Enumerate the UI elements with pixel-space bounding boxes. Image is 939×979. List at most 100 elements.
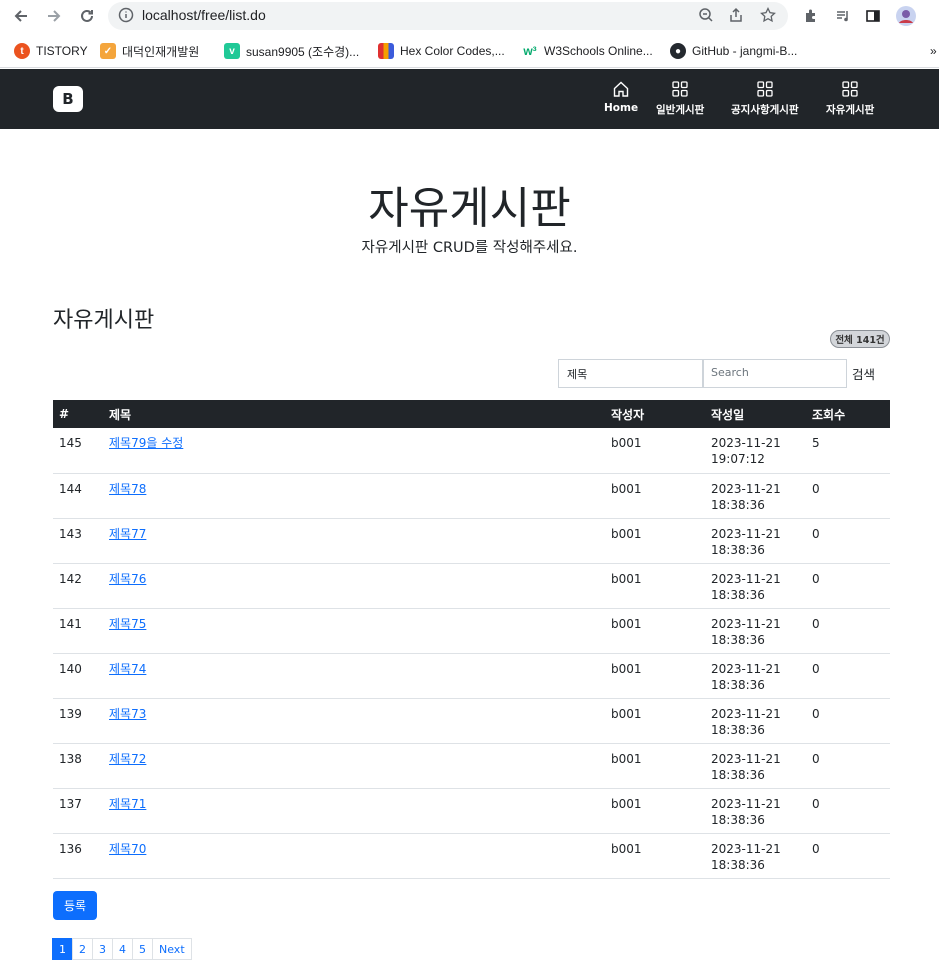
post-title-link[interactable]: 제목72 [109, 752, 146, 766]
bookmark-label: susan9905 (조수경)... [246, 44, 360, 59]
bookmark-label: TISTORY [36, 44, 88, 58]
table-header-row: # 제목 작성자 작성일 조회수 [53, 400, 890, 428]
table-row: 138 제목72 b001 2023-11-21 18:38:36 0 [53, 743, 890, 788]
cell-title: 제목74 [103, 653, 605, 698]
cell-writer: b001 [611, 571, 642, 586]
cell-title: 제목76 [103, 563, 605, 608]
cell-date: 2023-11-21 19:07:12 [705, 428, 806, 473]
pagination-page[interactable]: 1 [52, 938, 73, 960]
search-type-select[interactable]: 제목 [558, 359, 703, 388]
velog-icon: v [224, 43, 240, 59]
post-title-link[interactable]: 제목74 [109, 662, 146, 676]
nav-item-home[interactable]: Home [604, 80, 638, 120]
cell-title: 제목73 [103, 698, 605, 743]
cell-hit: 0 [812, 841, 820, 856]
table-row: 137 제목71 b001 2023-11-21 18:38:36 0 [53, 788, 890, 833]
time-text: 18:38:36 [711, 632, 765, 647]
bookmark-velog[interactable]: v susan9905 (조수경)... [224, 41, 359, 61]
post-title-link[interactable]: 제목71 [109, 797, 146, 811]
share-icon[interactable] [728, 7, 744, 27]
address-bar[interactable]: localhost/free/list.do [108, 2, 788, 30]
table-row: 136 제목70 b001 2023-11-21 18:38:36 0 [53, 833, 890, 878]
nav-label: 공지사항게시판 [731, 104, 799, 116]
cell-hit: 0 [812, 481, 820, 496]
brand-logo[interactable]: B [53, 86, 83, 112]
register-button[interactable]: 등록 [53, 891, 97, 920]
cell-writer: b001 [611, 661, 642, 676]
cell-date: 2023-11-21 18:38:36 [705, 563, 806, 608]
github-icon: ● [670, 43, 686, 59]
table-row: 141 제목75 b001 2023-11-21 18:38:36 0 [53, 608, 890, 653]
pagination-page[interactable]: 5 [132, 938, 153, 960]
bookmark-ddit[interactable]: ✓ 대덕인재개발원 [100, 41, 199, 61]
extensions-icon[interactable] [800, 5, 822, 27]
bookmarks-bar: t TISTORY ✓ 대덕인재개발원 v susan9905 (조수경)...… [0, 34, 939, 68]
post-title-link[interactable]: 제목76 [109, 572, 146, 586]
hero-subtitle: 자유게시판 CRUD를 작성해주세요. [361, 240, 578, 256]
cell-hit: 0 [812, 571, 820, 586]
cell-title: 제목71 [103, 788, 605, 833]
bookmark-github[interactable]: ● GitHub - jangmi-B... [670, 41, 797, 61]
bookmark-w3schools[interactable]: w³ W3Schools Online... [522, 41, 652, 61]
cell-date: 2023-11-21 18:38:36 [705, 833, 806, 878]
nav-item-notice-board[interactable]: 공지사항게시판 [731, 80, 799, 120]
ddit-icon: ✓ [100, 43, 116, 59]
post-title-link[interactable]: 제목77 [109, 527, 146, 541]
pagination-next[interactable]: Next [152, 938, 192, 960]
bookmark-tistory[interactable]: t TISTORY [14, 41, 88, 61]
cell-hit: 0 [812, 706, 820, 721]
col-header-no: # [59, 407, 70, 421]
tistory-icon: t [14, 43, 30, 59]
pagination-page[interactable]: 3 [92, 938, 113, 960]
nav-item-free-board[interactable]: 자유게시판 [826, 80, 874, 120]
search-input[interactable]: Search [703, 359, 847, 388]
time-text: 18:38:36 [711, 722, 765, 737]
date-text: 2023-11-21 [711, 616, 781, 631]
col-header-title: 제목 [109, 407, 132, 422]
search-button[interactable]: 검색 [852, 364, 875, 383]
site-navbar: B Home 일반게시판 공지사항게시판 자유게시판 [0, 69, 939, 129]
post-title-link[interactable]: 제목70 [109, 842, 146, 856]
bookmarks-overflow-button[interactable]: » [930, 41, 937, 61]
table-row: 142 제목76 b001 2023-11-21 18:38:36 0 [53, 563, 890, 608]
post-title-link[interactable]: 제목73 [109, 707, 146, 721]
side-panel-icon[interactable] [862, 5, 884, 27]
nav-item-general-board[interactable]: 일반게시판 [656, 80, 704, 120]
media-icon[interactable] [832, 5, 854, 27]
cell-date: 2023-11-21 18:38:36 [705, 473, 806, 518]
time-text: 18:38:36 [711, 542, 765, 557]
pagination-page[interactable]: 2 [72, 938, 93, 960]
grid-icon [672, 81, 688, 97]
reload-icon[interactable] [76, 5, 98, 27]
cell-date: 2023-11-21 18:38:36 [705, 653, 806, 698]
post-title-link[interactable]: 제목78 [109, 482, 146, 496]
cell-title: 제목78 [103, 473, 605, 518]
date-text: 2023-11-21 [711, 841, 781, 856]
pagination-page[interactable]: 4 [112, 938, 133, 960]
post-title-link[interactable]: 제목75 [109, 617, 146, 631]
board-title: 자유게시판 [53, 308, 155, 333]
zoom-icon[interactable] [698, 7, 714, 27]
post-title-link[interactable]: 제목79을 수정 [109, 436, 183, 450]
cell-hit: 0 [812, 616, 820, 631]
cell-hit: 0 [812, 661, 820, 676]
bookmark-label: Hex Color Codes,... [400, 44, 505, 58]
cell-title: 제목79을 수정 [103, 428, 605, 473]
cell-writer: b001 [611, 481, 642, 496]
col-header-writer: 작성자 [611, 407, 645, 422]
back-arrow-icon[interactable] [10, 5, 32, 27]
star-icon[interactable] [760, 6, 776, 27]
time-text: 18:38:36 [711, 587, 765, 602]
bookmark-hex-color[interactable]: Hex Color Codes,... [378, 41, 505, 61]
date-text: 2023-11-21 [711, 751, 781, 766]
cell-writer: b001 [611, 616, 642, 631]
info-icon[interactable] [118, 7, 134, 27]
pagination: 1 2 3 4 5 Next [52, 938, 192, 960]
col-header-date: 작성일 [711, 407, 745, 422]
forward-arrow-icon[interactable] [43, 5, 65, 27]
profile-avatar[interactable] [895, 5, 917, 27]
cell-hit: 0 [812, 796, 820, 811]
date-text: 2023-11-21 [711, 481, 781, 496]
time-text: 18:38:36 [711, 677, 765, 692]
nav-label: Home [604, 102, 639, 114]
